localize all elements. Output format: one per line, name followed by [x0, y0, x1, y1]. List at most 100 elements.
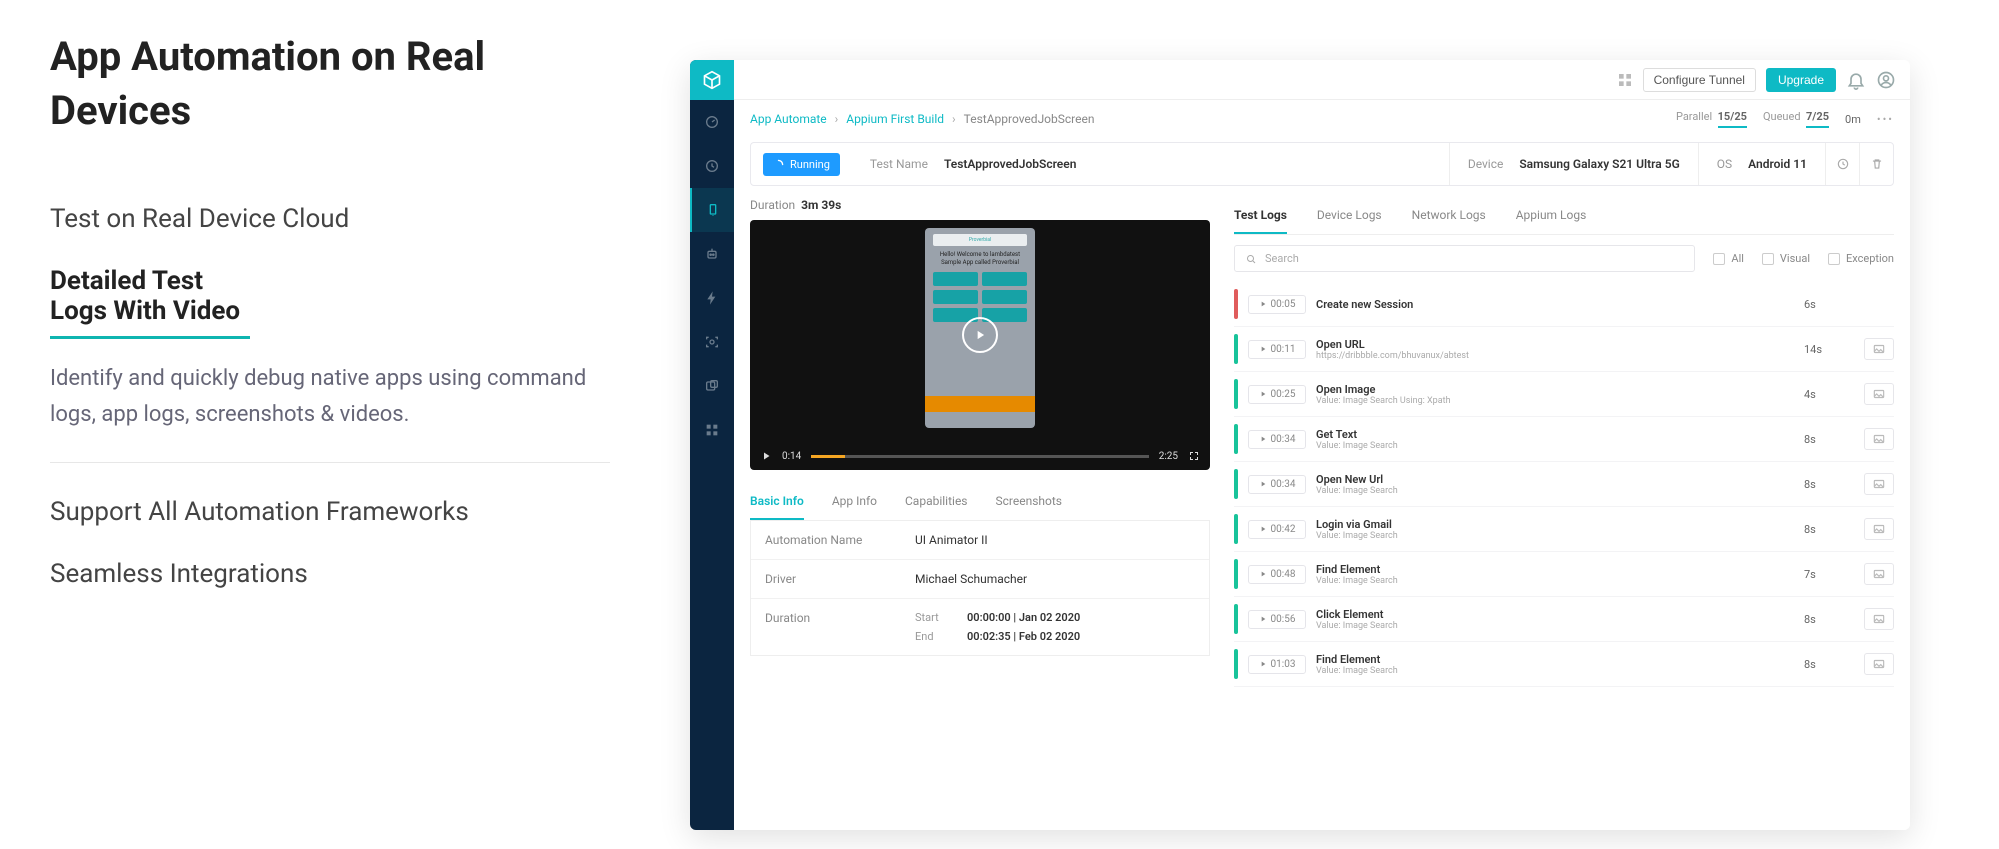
user-avatar-icon[interactable]: [1876, 70, 1896, 90]
play-icon[interactable]: [760, 450, 772, 462]
log-tabs: Test Logs Device Logs Network Logs Appiu…: [1234, 198, 1894, 235]
breadcrumb-1[interactable]: App Automate: [750, 112, 827, 126]
screenshot-thumb-icon[interactable]: [1864, 653, 1894, 675]
search-icon: [1245, 253, 1257, 265]
log-main: Login via GmailValue: Image Search: [1316, 518, 1794, 541]
brand-logo[interactable]: [690, 60, 734, 100]
filter-all[interactable]: All: [1713, 252, 1744, 265]
configure-tunnel-button[interactable]: Configure Tunnel: [1643, 68, 1756, 92]
nav-bolt-icon[interactable]: [690, 276, 734, 320]
info-key: Automation Name: [751, 521, 901, 559]
video-player[interactable]: Proverbial Hello! Welcome to lambdatest …: [750, 220, 1210, 470]
log-main: Open URLhttps://dribbble.com/bhuvanux/ab…: [1316, 338, 1794, 361]
video-progress-bar[interactable]: [811, 455, 1148, 458]
info-value: Start00:00:00 | Jan 02 2020 End00:02:35 …: [901, 599, 1209, 655]
parallel-value: 15/25: [1718, 110, 1747, 128]
log-main: Find ElementValue: Image Search: [1316, 563, 1794, 586]
breadcrumb-current: TestApprovedJobScreen: [964, 112, 1095, 126]
feature-item-1-active[interactable]: Detailed Test Logs With Video: [50, 250, 250, 339]
log-row[interactable]: 00:25Open ImageValue: Image Search Using…: [1234, 372, 1894, 417]
screenshot-thumb-icon[interactable]: [1864, 563, 1894, 585]
screenshot-thumb-icon[interactable]: [1864, 428, 1894, 450]
os-label: OS: [1717, 157, 1732, 171]
screenshot-thumb-icon[interactable]: [1864, 338, 1894, 360]
delete-icon[interactable]: [1859, 143, 1893, 185]
log-duration: 4s: [1804, 388, 1854, 401]
screenshot-thumb-icon[interactable]: [1864, 608, 1894, 630]
log-main: Click ElementValue: Image Search: [1316, 608, 1794, 631]
preview-message: Hello! Welcome to lambdatest Sample App …: [933, 251, 1027, 267]
feature-item-3[interactable]: Seamless Integrations: [50, 543, 620, 605]
log-row[interactable]: 00:48 Find ElementValue: Image Search 7s: [1234, 552, 1894, 597]
breadcrumb-2[interactable]: Appium First Build: [846, 112, 944, 126]
nav-automation-icon[interactable]: [690, 232, 734, 276]
log-row[interactable]: 00:42Login via GmailValue: Image Search8…: [1234, 507, 1894, 552]
notifications-icon[interactable]: [1846, 70, 1866, 90]
log-time-pill[interactable]: 00:48: [1248, 565, 1306, 584]
video-controls[interactable]: 0:14 2:25: [750, 442, 1210, 470]
preview-appbar: Proverbial: [933, 234, 1027, 246]
screenshot-thumb-icon[interactable]: [1864, 383, 1894, 405]
parallel-label: Parallel: [1676, 110, 1712, 123]
nav-apps-icon[interactable]: [690, 408, 734, 452]
log-row[interactable]: 00:34Open New UrlValue: Image Search8s: [1234, 462, 1894, 507]
info-value: UI Animator II: [901, 521, 1209, 559]
upgrade-button[interactable]: Upgrade: [1766, 68, 1836, 92]
top-bar: Configure Tunnel Upgrade: [734, 60, 1910, 100]
log-time-pill[interactable]: 00:56: [1248, 610, 1306, 629]
video-current-time: 0:14: [782, 451, 801, 462]
tab-app-info[interactable]: App Info: [832, 484, 877, 520]
info-key: Duration: [751, 599, 901, 655]
log-duration: 7s: [1804, 568, 1854, 581]
log-time-pill[interactable]: 00:34: [1248, 430, 1306, 449]
tab-screenshots[interactable]: Screenshots: [996, 484, 1062, 520]
tab-basic-info[interactable]: Basic Info: [750, 484, 804, 520]
status-stripe: [1234, 514, 1238, 544]
log-time-pill[interactable]: 00:25: [1248, 385, 1306, 404]
log-time-pill[interactable]: 00:11: [1248, 340, 1306, 359]
search-placeholder: Search: [1265, 252, 1299, 265]
screenshot-thumb-icon[interactable]: [1864, 518, 1894, 540]
log-time-pill[interactable]: 00:34: [1248, 475, 1306, 494]
feature-item-2[interactable]: Support All Automation Frameworks: [50, 481, 620, 543]
log-duration: 14s: [1804, 343, 1854, 356]
copy-icon[interactable]: [1825, 143, 1859, 185]
tab-appium-logs[interactable]: Appium Logs: [1516, 198, 1587, 234]
log-row[interactable]: 00:11 Open URLhttps://dribbble.com/bhuvan…: [1234, 327, 1894, 372]
log-duration: 8s: [1804, 478, 1854, 491]
nav-dashboard-icon[interactable]: [690, 100, 734, 144]
more-menu-icon[interactable]: •••: [1877, 113, 1894, 126]
apps-grid-icon[interactable]: [1617, 72, 1633, 88]
feature-divider: [50, 462, 610, 463]
tab-network-logs[interactable]: Network Logs: [1412, 198, 1486, 234]
queue-time: 0m: [1845, 113, 1861, 126]
nav-integrations-icon[interactable]: [690, 364, 734, 408]
marketing-panel: App Automation on Real Devices Test on R…: [0, 0, 680, 849]
log-row[interactable]: 00:05Create new Session6s: [1234, 282, 1894, 327]
nav-visual-icon[interactable]: [690, 320, 734, 364]
info-value: Michael Schumacher: [901, 560, 1209, 598]
nav-realtime-icon[interactable]: [690, 188, 734, 232]
nav-history-icon[interactable]: [690, 144, 734, 188]
screenshot-thumb-icon[interactable]: [1864, 473, 1894, 495]
tab-device-logs[interactable]: Device Logs: [1317, 198, 1382, 234]
log-search-input[interactable]: Search: [1234, 245, 1695, 272]
fullscreen-icon[interactable]: [1188, 450, 1200, 462]
feature-item-0[interactable]: Test on Real Device Cloud: [50, 188, 620, 250]
log-time-pill[interactable]: 00:42: [1248, 520, 1306, 539]
log-duration: 8s: [1804, 613, 1854, 626]
info-tabs: Basic Info App Info Capabilities Screens…: [750, 484, 1210, 521]
tab-test-logs[interactable]: Test Logs: [1234, 198, 1287, 234]
log-row[interactable]: 00:56 Click ElementValue: Image Search 8s: [1234, 597, 1894, 642]
filter-visual[interactable]: Visual: [1762, 252, 1810, 265]
queued-value: 7/25: [1806, 110, 1829, 128]
log-time-pill[interactable]: 00:05: [1248, 295, 1306, 314]
log-row[interactable]: 01:03Find ElementValue: Image Search8s: [1234, 642, 1894, 687]
play-overlay-icon[interactable]: [962, 317, 998, 353]
status-stripe: [1234, 334, 1238, 364]
filter-exception[interactable]: Exception: [1828, 252, 1894, 265]
status-stripe: [1234, 289, 1238, 319]
tab-capabilities[interactable]: Capabilities: [905, 484, 968, 520]
log-time-pill[interactable]: 01:03: [1248, 655, 1306, 674]
log-row[interactable]: 00:34Get TextValue: Image Search8s: [1234, 417, 1894, 462]
